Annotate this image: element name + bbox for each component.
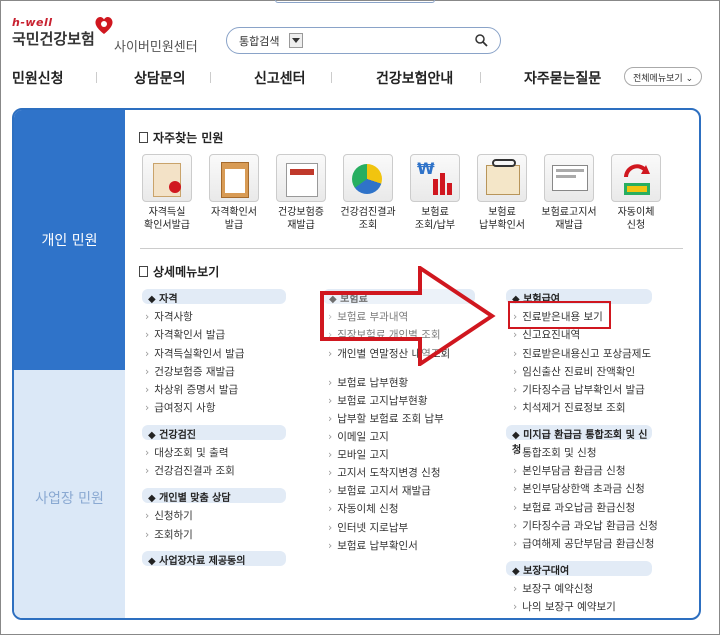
menu-link[interactable]: 건강검진결과 조회	[145, 463, 235, 478]
category-consult[interactable]: ◆ 개인별 맞춤 상담	[142, 488, 286, 504]
brand-name: 국민건강보험	[12, 30, 95, 48]
main-nav: 민원신청 상담문의 신고센터 건강보험안내 자주묻는질문	[0, 62, 720, 92]
menu-link[interactable]: 조회하기	[145, 527, 193, 542]
menu-link[interactable]: 자격사항	[145, 309, 193, 324]
insurance-card-icon	[276, 154, 326, 202]
nav-item-consult[interactable]: 상담문의	[134, 68, 186, 88]
menu-link[interactable]: 나의 보장구 예약보기	[513, 599, 616, 614]
menu-link[interactable]: 납부할 보험료 조회 납부	[328, 411, 444, 426]
menu-link[interactable]: 이메일 고지	[328, 429, 389, 444]
frequent-item[interactable]: 건강보험증 재발급	[266, 154, 336, 232]
menu-link[interactable]: 보험료 납부확인서	[328, 538, 418, 553]
all-menu-label: 전체메뉴보기	[633, 74, 683, 84]
center-name: 사이버민원센터	[114, 40, 198, 55]
category-consent[interactable]: ◆ 사업장자료 제공동의	[142, 551, 286, 567]
frequent-title: 자주찾는 민원	[139, 129, 223, 146]
menu-link[interactable]: 보험료 고지납부현황	[328, 393, 427, 408]
menu-link[interactable]: 진료받은내용신고 포상금제도	[513, 346, 651, 361]
frequent-item[interactable]: 건강검진결과 조회	[333, 154, 403, 232]
nav-separator	[331, 72, 332, 83]
menu-link[interactable]: 자격득실확인서 발급	[145, 346, 244, 361]
menu-link[interactable]: 신고요진내역	[513, 327, 580, 342]
frequent-item[interactable]: 자격득실 확인서발급	[132, 154, 202, 232]
menu-link[interactable]: 차상위 증명서 발급	[145, 382, 238, 397]
menu-link[interactable]: 임신출산 진료비 잔액확인	[513, 364, 635, 379]
menu-link[interactable]: 본인부담금 환급금 신청	[513, 463, 625, 478]
sidebar-business[interactable]: 사업장 민원	[14, 370, 125, 618]
certificate-icon	[142, 154, 192, 202]
menu-link[interactable]: 신청하기	[145, 508, 193, 523]
menu-link[interactable]: 보험료 과오납금 환급신청	[513, 500, 635, 515]
menu-link[interactable]: 보장구 예약신청	[513, 581, 593, 596]
menu-link[interactable]: 급여해제 공단부담금 환급신청	[513, 536, 654, 551]
sidebar-personal[interactable]: 개인 민원	[14, 110, 125, 370]
section-divider	[140, 248, 683, 249]
nav-separator	[480, 72, 481, 83]
frequent-item[interactable]: 보험료 납부확인서	[467, 154, 537, 232]
search-scope[interactable]: 통합검색	[239, 33, 279, 49]
nav-item-faq[interactable]: 자주묻는질문	[524, 68, 601, 88]
clipboard-icon	[209, 154, 259, 202]
category-qualification[interactable]: ◆ 자격	[142, 289, 286, 305]
menu-link[interactable]: 모바일 고지	[328, 447, 389, 462]
category-checkup[interactable]: ◆ 건강검진	[142, 425, 286, 441]
frequent-item[interactable]: 보험료고지서 재발급	[534, 154, 604, 232]
arrow-right-icon	[320, 266, 496, 366]
highlight-box	[508, 301, 611, 329]
menu-link[interactable]: 기타징수금 납부확인서 발급	[513, 382, 645, 397]
receipt-glasses-icon	[477, 154, 527, 202]
document-icon	[139, 266, 148, 277]
menu-link[interactable]: 통합조회 및 신청	[513, 445, 596, 460]
nav-separator	[210, 72, 211, 83]
sidebar-personal-label: 개인 민원	[41, 233, 98, 249]
menu-link[interactable]: 자동이체 신청	[328, 501, 398, 516]
health-check-icon	[343, 154, 393, 202]
chevron-down-icon[interactable]	[289, 33, 303, 48]
menu-link[interactable]: 인터넷 지로납부	[328, 520, 408, 535]
bill-icon	[544, 154, 594, 202]
frequent-item[interactable]: 자격확인서 발급	[199, 154, 269, 232]
all-menu-button[interactable]: 전체메뉴보기 ⌄	[624, 67, 702, 86]
search-icon[interactable]	[474, 33, 488, 47]
won-chart-icon: ₩	[410, 154, 460, 202]
menu-link[interactable]: 대상조회 및 출력	[145, 445, 228, 460]
nav-item-civil[interactable]: 민원신청	[12, 68, 64, 88]
menu-link[interactable]: 치석제거 진료정보 조회	[513, 400, 625, 415]
nav-item-report[interactable]: 신고센터	[254, 68, 306, 88]
menu-link[interactable]: 보험료 납부현황	[328, 375, 408, 390]
search-bar[interactable]: 통합검색	[226, 27, 501, 54]
menu-link[interactable]: 자격확인서 발급	[145, 327, 225, 342]
menu-link[interactable]: 본인부담상한액 초과금 신청	[513, 481, 645, 496]
nav-item-guide[interactable]: 건강보험안내	[376, 68, 453, 88]
auto-transfer-icon	[611, 154, 661, 202]
menu-link[interactable]: 기타징수금 과오납 환급금 신청	[513, 518, 658, 533]
menu-link[interactable]: 보험료 고지서 재발급	[328, 483, 431, 498]
frequent-item[interactable]: 자동이체 신청	[601, 154, 671, 232]
logo[interactable]: h-well 국민건강보험	[12, 16, 95, 49]
menu-link[interactable]: 고지서 도착지변경 신청	[328, 465, 440, 480]
nav-separator	[96, 72, 97, 83]
category-refund[interactable]: ◆ 미지급 환급금 통합조회 및 신청	[506, 425, 652, 456]
category-equipment[interactable]: ◆ 보장구대여	[506, 561, 652, 577]
sidebar-business-label: 사업장 민원	[35, 491, 104, 507]
heart-icon	[95, 17, 113, 34]
frequent-item[interactable]: ₩ 보험료 조회/납부	[400, 154, 470, 232]
detail-title: 상세메뉴보기	[139, 263, 219, 280]
chevron-down-icon: ⌄	[685, 74, 694, 84]
top-stub	[275, 0, 435, 3]
document-icon	[139, 132, 148, 143]
menu-link[interactable]: 건강보험증 재발급	[145, 364, 235, 379]
menu-link[interactable]: 급여정지 사항	[145, 400, 215, 415]
